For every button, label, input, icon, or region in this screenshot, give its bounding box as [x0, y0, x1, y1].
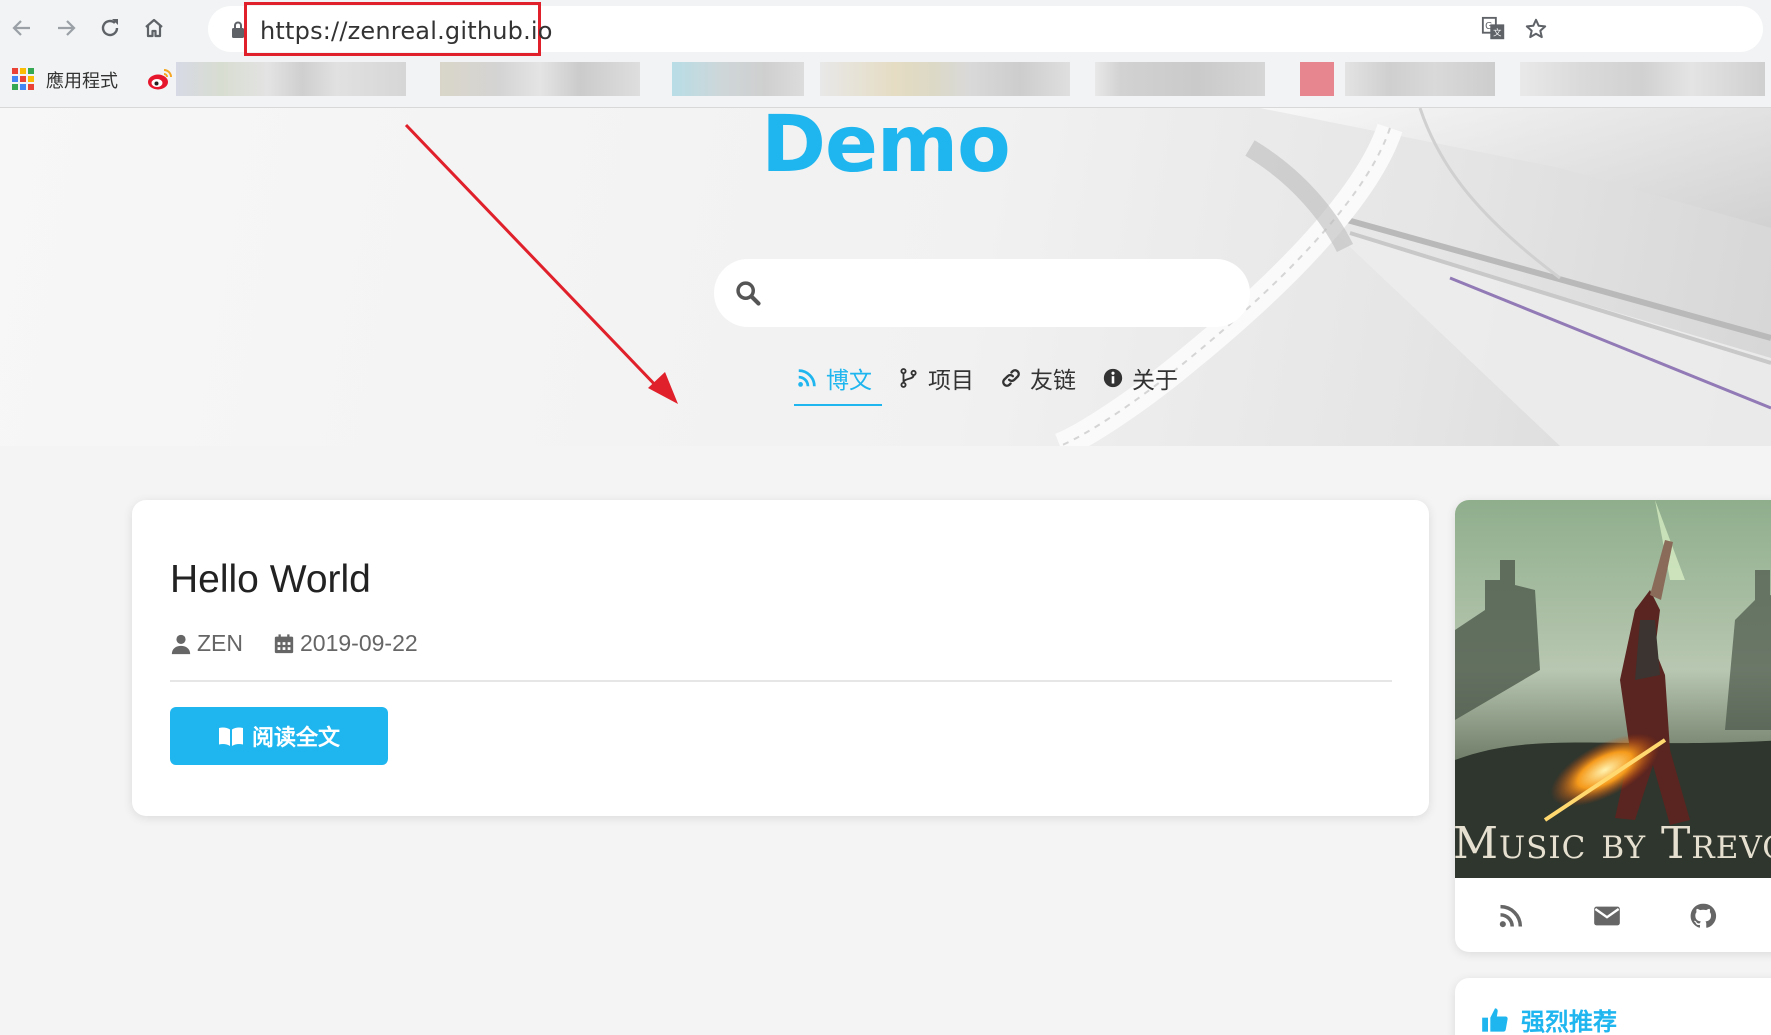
user-icon [171, 634, 191, 654]
thumbs-up-icon [1482, 1007, 1508, 1032]
social-links [1455, 878, 1771, 952]
blurred-bookmark[interactable] [176, 62, 406, 96]
rss-icon[interactable] [1497, 902, 1525, 930]
post-divider [170, 680, 1392, 682]
nav-item-projects[interactable]: 项目 [892, 356, 984, 400]
home-button[interactable] [136, 10, 172, 46]
post-title[interactable]: Hello World [170, 558, 371, 602]
read-more-button[interactable]: 阅读全文 [170, 707, 388, 765]
star-icon [1525, 18, 1547, 39]
post-author: ZEN [170, 630, 243, 657]
read-more-label: 阅读全文 [251, 725, 340, 750]
post-author-name: ZEN [197, 630, 243, 656]
forward-button[interactable] [48, 10, 84, 46]
browser-chrome: https://zenreal.github.io G文 應用程式 [0, 0, 1771, 108]
apps-bookmark-label[interactable]: 應用程式 [46, 67, 118, 93]
forward-arrow-icon [58, 20, 76, 36]
bookmarks-bar: 應用程式 [0, 62, 1771, 96]
home-icon [145, 18, 163, 38]
rss-icon [798, 369, 816, 387]
apps-icon[interactable] [12, 68, 34, 90]
link-icon [1002, 369, 1020, 387]
recommend-title-text: 强烈推荐 [1521, 1009, 1617, 1035]
svg-text:文: 文 [1493, 28, 1502, 38]
nav-item-label: 关于 [1132, 367, 1178, 393]
post-card: Hello World ZEN 2019-09-22 阅读全文 [132, 500, 1429, 816]
post-meta: ZEN 2019-09-22 [170, 630, 448, 657]
nav-item-label: 项目 [928, 367, 974, 393]
weibo-icon[interactable] [146, 66, 174, 92]
site-title[interactable]: Demo [0, 108, 1771, 190]
bookmark-star-button[interactable] [1522, 15, 1550, 43]
translate-icon: G文 [1481, 16, 1505, 40]
svg-text:G: G [1485, 21, 1492, 32]
nav-item-label: 博文 [826, 367, 872, 393]
reload-icon [101, 19, 119, 37]
post-date-text: 2019-09-22 [300, 630, 418, 656]
cover-caption: Music by Trevor M [1455, 818, 1771, 869]
search-icon [736, 281, 761, 306]
translate-button[interactable]: G文 [1480, 15, 1508, 43]
calendar-icon [274, 633, 294, 653]
url-text[interactable]: https://zenreal.github.io [260, 17, 553, 45]
info-circle-icon [1103, 368, 1123, 388]
nav-item-blog[interactable]: 博文 [790, 356, 882, 406]
github-icon[interactable] [1689, 902, 1717, 930]
hero-banner: Demo 博文 项目 友链 关于 [0, 108, 1771, 446]
profile-card: Music by Trevor M [1455, 500, 1771, 952]
blurred-bookmark[interactable] [1300, 62, 1334, 96]
search-input[interactable] [714, 259, 1250, 327]
envelope-icon[interactable] [1593, 902, 1621, 930]
blurred-bookmark[interactable] [820, 62, 1070, 96]
blurred-bookmark[interactable] [1095, 62, 1265, 96]
book-open-icon [218, 727, 243, 746]
address-bar[interactable]: https://zenreal.github.io G文 [208, 2, 1763, 56]
blurred-bookmark[interactable] [1520, 62, 1765, 96]
reload-button[interactable] [92, 10, 128, 46]
nav-item-about[interactable]: 关于 [1096, 356, 1188, 400]
back-arrow-icon [12, 20, 30, 36]
back-button[interactable] [4, 10, 40, 46]
recommend-card: 强烈推荐 [1455, 978, 1771, 1035]
blurred-bookmark[interactable] [672, 62, 804, 96]
post-date: 2019-09-22 [273, 630, 418, 657]
code-branch-icon [900, 368, 917, 388]
blurred-bookmark[interactable] [1345, 62, 1495, 96]
nav-item-label: 友链 [1030, 367, 1076, 393]
blurred-bookmark[interactable] [440, 62, 640, 96]
nav-item-links[interactable]: 友链 [994, 356, 1086, 400]
recommend-title[interactable]: 强烈推荐 [1481, 1002, 1617, 1035]
main-nav: 博文 项目 友链 关于 [790, 356, 1198, 406]
